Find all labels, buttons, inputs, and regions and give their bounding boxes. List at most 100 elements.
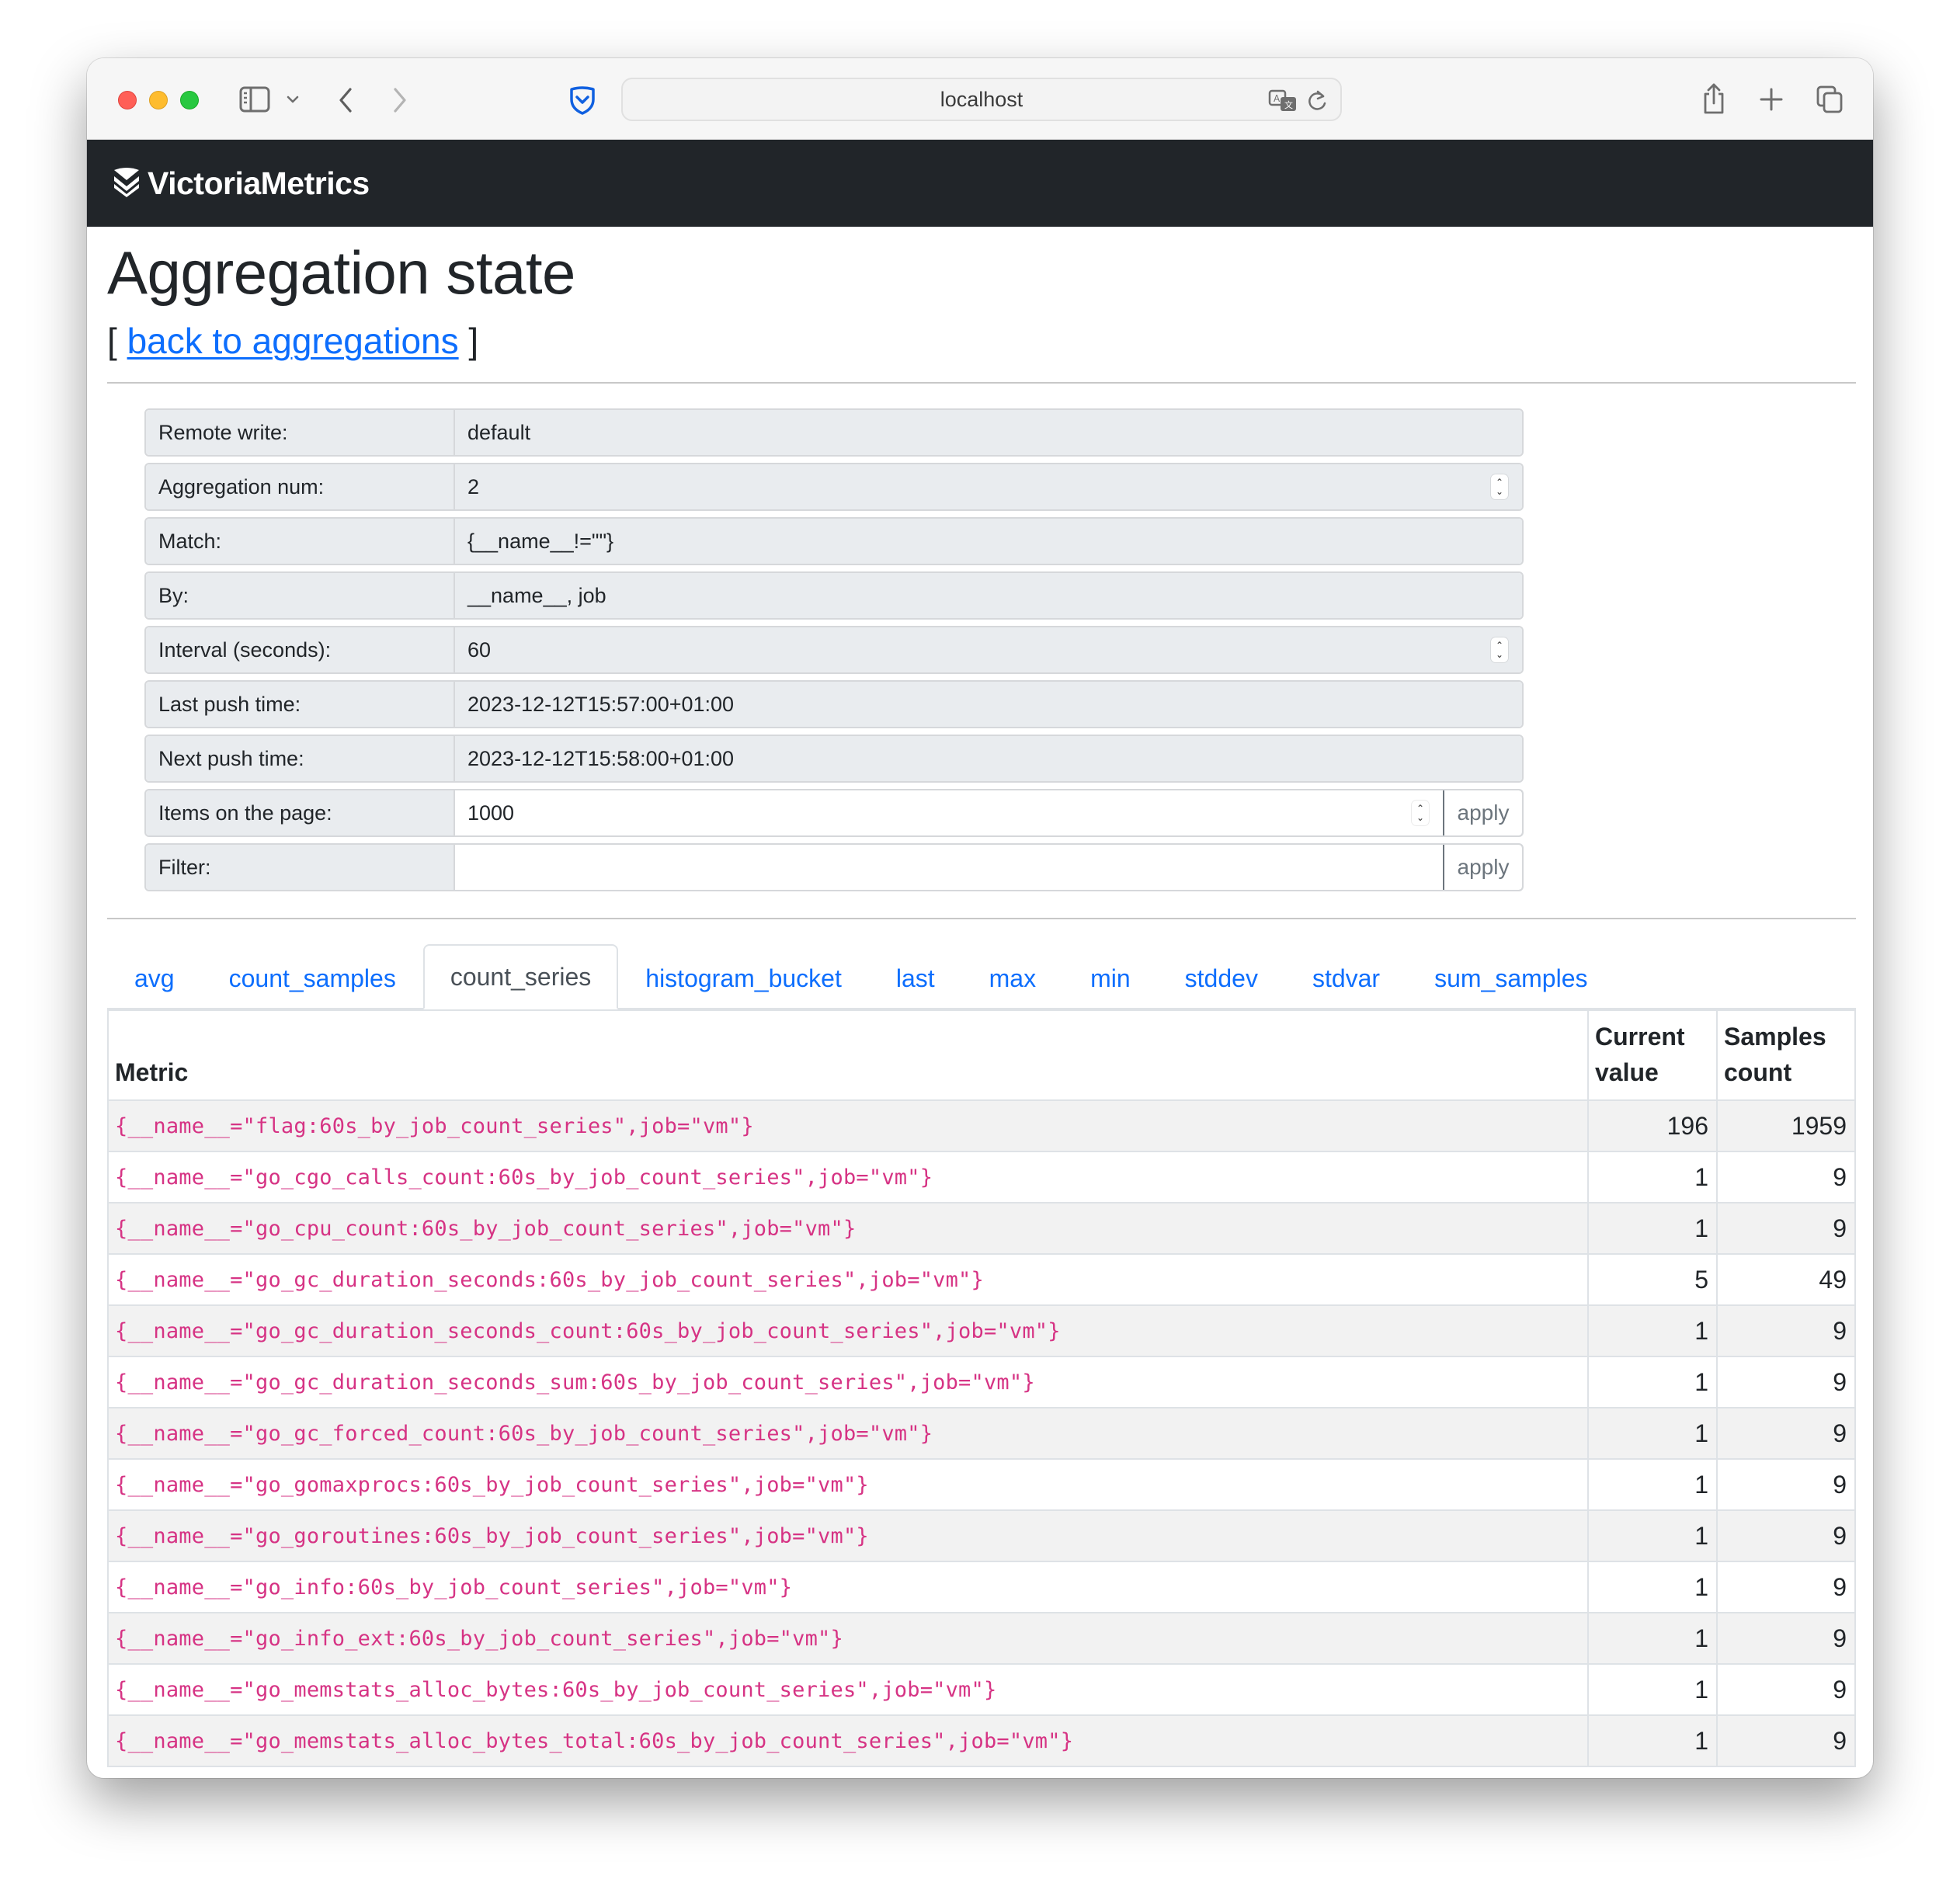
translate-icon[interactable]: A文 xyxy=(1267,89,1298,113)
filter-field xyxy=(455,845,1443,891)
form-row-items-on-page: Items on the page: ⌃⌄ apply xyxy=(144,789,1524,838)
tab-min[interactable]: min xyxy=(1063,946,1158,1009)
table-body: {__name__="flag:60s_by_job_count_series"… xyxy=(107,1099,1856,1768)
tab-count-samples[interactable]: count_samples xyxy=(202,946,423,1009)
bracket-open: [ xyxy=(107,321,117,361)
last-push-time-field: 2023-12-12T15:57:00+01:00 xyxy=(455,682,1522,728)
address-bar[interactable]: localhost A文 xyxy=(621,78,1342,121)
share-icon[interactable] xyxy=(1701,80,1727,117)
shield-icon[interactable] xyxy=(567,84,598,116)
chevron-left-icon[interactable] xyxy=(335,85,356,116)
tab-last[interactable]: last xyxy=(869,946,962,1009)
samples-count-cell: 9 xyxy=(1716,1407,1856,1461)
form-row-last-push-time: Last push time: 2023-12-12T15:57:00+01:0… xyxy=(144,680,1524,729)
samples-count-cell: 9 xyxy=(1716,1663,1856,1717)
metric-cell: {__name__="go_memstats_alloc_bytes:60s_b… xyxy=(107,1663,1589,1717)
apply-items-button[interactable]: apply xyxy=(1443,790,1522,836)
minimize-window-button[interactable] xyxy=(149,91,168,109)
tab-stddev[interactable]: stddev xyxy=(1158,946,1285,1009)
filter-input[interactable] xyxy=(467,845,1429,891)
items-on-page-input[interactable] xyxy=(467,790,1429,836)
samples-count-cell: 9 xyxy=(1716,1202,1856,1256)
tab-avg[interactable]: avg xyxy=(107,946,202,1009)
current-value-cell: 1 xyxy=(1587,1458,1718,1512)
remote-write-label: Remote write: xyxy=(146,410,455,456)
tab-sum-samples[interactable]: sum_samples xyxy=(1407,946,1614,1009)
table-row: {__name__="go_info_ext:60s_by_job_count_… xyxy=(107,1612,1856,1665)
samples-count-cell: 9 xyxy=(1716,1151,1856,1204)
table-row: {__name__="go_cgo_calls_count:60s_by_job… xyxy=(107,1151,1856,1204)
svg-text:文: 文 xyxy=(1284,99,1293,110)
items-on-page-stepper[interactable]: ⌃ ⌄ xyxy=(1412,801,1429,826)
app-navbar: VictoriaMetrics xyxy=(87,140,1873,227)
metric-cell: {__name__="go_cgo_calls_count:60s_by_job… xyxy=(107,1151,1589,1204)
interval-field: 60 ⌃ ⌄ xyxy=(455,627,1522,673)
current-value-cell: 1 xyxy=(1587,1509,1718,1563)
metric-cell: {__name__="go_cpu_count:60s_by_job_count… xyxy=(107,1202,1589,1256)
reload-icon[interactable] xyxy=(1305,89,1329,113)
aggregation-state-table: Metric Current value Samples count {__name… xyxy=(107,1009,1856,1768)
current-value-cell: 5 xyxy=(1587,1253,1718,1307)
chevron-down-icon[interactable] xyxy=(285,92,301,106)
tab-stdvar[interactable]: stdvar xyxy=(1285,946,1407,1009)
items-on-page-label: Items on the page: xyxy=(146,790,455,836)
victoriametrics-logo-icon xyxy=(112,166,141,201)
brand-link[interactable]: VictoriaMetrics xyxy=(112,165,370,202)
items-on-page-field: ⌃⌄ xyxy=(455,790,1443,836)
remote-write-field: default xyxy=(455,410,1522,456)
current-value-cell: 1 xyxy=(1587,1612,1718,1665)
by-field: __name__, job xyxy=(455,573,1522,619)
tab-count-series[interactable]: count_series xyxy=(422,944,619,1010)
last-push-time-label: Last push time: xyxy=(146,682,455,728)
next-push-time-label: Next push time: xyxy=(146,736,455,782)
next-push-time-field: 2023-12-12T15:58:00+01:00 xyxy=(455,736,1522,782)
samples-count-cell: 9 xyxy=(1716,1304,1856,1358)
table-row: {__name__="go_gc_duration_seconds:60s_by… xyxy=(107,1253,1856,1307)
header-text: Current xyxy=(1595,1023,1685,1051)
column-header-samples-count: Samples count xyxy=(1716,1009,1856,1102)
svg-text:A: A xyxy=(1274,93,1281,104)
plus-icon[interactable] xyxy=(1758,86,1785,113)
samples-count-cell: 1959 xyxy=(1716,1099,1856,1153)
aggregation-num-label: Aggregation num: xyxy=(146,464,455,510)
sidebar-toggle-icon[interactable] xyxy=(238,85,271,114)
column-header-metric: Metric xyxy=(107,1009,1589,1102)
brand-name: VictoriaMetrics xyxy=(148,165,370,201)
apply-filter-button[interactable]: apply xyxy=(1443,845,1522,891)
url-text: localhost xyxy=(940,87,1023,111)
aggregation-num-value: 2 xyxy=(467,474,480,498)
metric-cell: {__name__="go_gomaxprocs:60s_by_job_coun… xyxy=(107,1458,1589,1512)
samples-count-cell: 9 xyxy=(1716,1714,1856,1768)
samples-count-cell: 9 xyxy=(1716,1612,1856,1665)
chevron-right-icon[interactable] xyxy=(390,85,410,116)
form-row-filter: Filter: apply xyxy=(144,843,1524,892)
header-text: Samples xyxy=(1724,1023,1826,1051)
aggregation-num-field: 2 ⌃ ⌄ xyxy=(455,464,1522,510)
current-value-cell: 1 xyxy=(1587,1202,1718,1256)
browser-window: localhost A文 VictoriaMetrics Aggregation… xyxy=(87,58,1873,1778)
match-label: Match: xyxy=(146,519,455,564)
interval-stepper: ⌃ ⌄ xyxy=(1491,637,1508,663)
metric-cell: {__name__="flag:60s_by_job_count_series"… xyxy=(107,1099,1589,1153)
metric-cell: {__name__="go_goroutines:60s_by_job_coun… xyxy=(107,1509,1589,1563)
zoom-window-button[interactable] xyxy=(180,91,199,109)
close-window-button[interactable] xyxy=(118,91,137,109)
table-row: {__name__="go_goroutines:60s_by_job_coun… xyxy=(107,1509,1856,1563)
current-value-cell: 1 xyxy=(1587,1356,1718,1409)
aggregation-output-tabs: avg count_samples count_series histogram_bu… xyxy=(107,944,1856,1010)
table-row: {__name__="go_memstats_alloc_bytes_total… xyxy=(107,1714,1856,1768)
samples-count-cell: 9 xyxy=(1716,1458,1856,1512)
form-row-remote-write: Remote write: default xyxy=(144,408,1524,457)
tab-histogram-bucket[interactable]: histogram_bucket xyxy=(618,946,869,1009)
current-value-cell: 1 xyxy=(1587,1714,1718,1768)
back-to-aggregations-link[interactable]: back to aggregations xyxy=(127,321,459,361)
tab-max[interactable]: max xyxy=(962,946,1063,1009)
interval-value: 60 xyxy=(467,637,492,662)
header-text: value xyxy=(1595,1058,1659,1087)
page-title: Aggregation state xyxy=(107,238,575,307)
table-row: {__name__="go_info:60s_by_job_count_seri… xyxy=(107,1561,1856,1614)
tabs-icon[interactable] xyxy=(1814,83,1845,116)
metric-cell: {__name__="go_gc_duration_seconds:60s_by… xyxy=(107,1253,1589,1307)
current-value-cell: 1 xyxy=(1587,1663,1718,1717)
current-value-cell: 1 xyxy=(1587,1304,1718,1358)
